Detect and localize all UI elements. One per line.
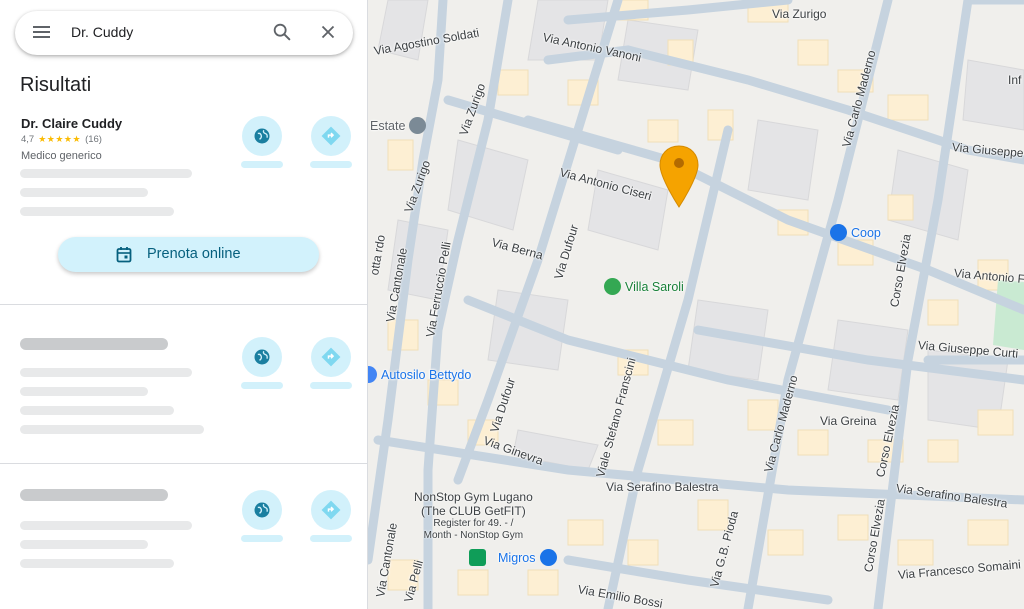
website-icon[interactable] [242, 490, 282, 530]
loading-placeholder [20, 169, 192, 178]
loading-placeholder [20, 559, 174, 568]
poi-label: Inf [1008, 73, 1022, 87]
website-icon[interactable] [242, 116, 282, 156]
book-online-button[interactable]: Prenota online [58, 237, 319, 272]
street-label: Via Zurigo [772, 7, 827, 21]
result-name[interactable]: Dr. Claire Cuddy [21, 116, 122, 131]
map-view[interactable]: Via Zurigo Via Agostino Soldati Via Anto… [368, 0, 1024, 609]
parking-icon [368, 366, 377, 383]
loading-placeholder [20, 387, 148, 396]
shopping-cart-icon [830, 224, 847, 241]
divider [0, 304, 367, 305]
search-bar [15, 11, 353, 55]
poi-estate[interactable]: Estate [370, 117, 427, 134]
loading-placeholder [20, 406, 174, 415]
website-label-placeholder [241, 161, 283, 168]
website-icon[interactable] [242, 337, 282, 377]
website-label-placeholder [241, 382, 283, 389]
directions-label-placeholder [310, 161, 352, 168]
poi-migros[interactable]: Migros [469, 549, 557, 566]
tree-icon [604, 278, 621, 295]
rating-row: 4,7 ★★★★★ (16) [21, 134, 102, 145]
place-icon [409, 117, 427, 134]
calendar-icon [116, 247, 132, 263]
loading-placeholder [20, 207, 174, 216]
directions-icon[interactable] [311, 116, 351, 156]
star-icons: ★★★★★ [38, 134, 82, 144]
street-label: Via Serafino Balestra [606, 480, 719, 494]
loading-placeholder [20, 188, 148, 197]
search-icon[interactable] [271, 21, 295, 45]
loading-placeholder [20, 368, 192, 377]
street-label: Via Greina [820, 414, 877, 428]
poi-autosilo[interactable]: Autosilo Bettydo [368, 366, 471, 383]
poi-coop[interactable]: Coop [830, 224, 881, 241]
poi-villa-saroli[interactable]: Villa Saroli [604, 278, 684, 295]
poi-gym[interactable]: NonStop Gym Lugano (The CLUB GetFIT) Reg… [414, 490, 533, 542]
hamburger-menu-icon[interactable] [33, 23, 53, 43]
results-panel: Risultati Dr. Claire Cuddy 4,7 ★★★★★ (16… [0, 0, 368, 609]
directions-label-placeholder [310, 535, 352, 542]
directions-icon[interactable] [311, 490, 351, 530]
search-input[interactable] [71, 24, 251, 40]
directions-icon[interactable] [311, 337, 351, 377]
loading-placeholder [20, 338, 168, 350]
results-title: Risultati [20, 74, 92, 96]
shopping-cart-icon [539, 549, 557, 566]
review-count: (16) [85, 134, 102, 145]
result-category: Medico generico [21, 150, 102, 162]
website-label-placeholder [241, 535, 283, 542]
loading-placeholder [20, 489, 168, 501]
close-icon[interactable] [317, 21, 341, 45]
loading-placeholder [20, 425, 204, 434]
loading-placeholder [20, 540, 148, 549]
book-online-label: Prenota online [147, 246, 241, 262]
rating-value: 4,7 [21, 134, 35, 145]
directions-label-placeholder [310, 382, 352, 389]
divider [0, 463, 367, 464]
gym-icon [469, 549, 486, 566]
loading-placeholder [20, 521, 192, 530]
